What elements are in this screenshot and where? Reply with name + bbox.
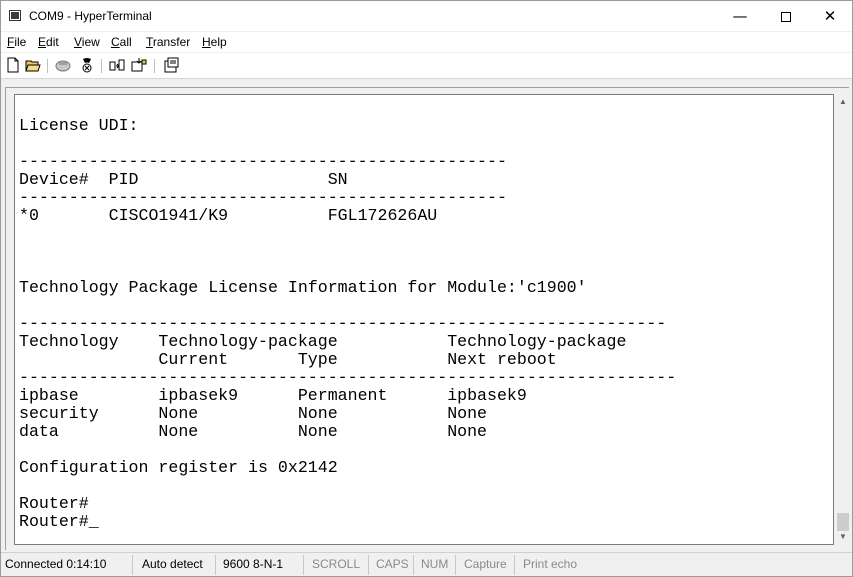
status-connected: Connected 0:14:10 bbox=[5, 557, 107, 571]
toolbar-separator bbox=[154, 59, 155, 73]
close-button[interactable]: ✕ bbox=[807, 1, 853, 31]
terminal-screen[interactable]: License UDI: ----------------------------… bbox=[14, 94, 834, 545]
status-divider bbox=[368, 555, 369, 575]
terminal-output: License UDI: ----------------------------… bbox=[19, 99, 676, 531]
terminal-line: Technology Package License Information f… bbox=[19, 278, 587, 297]
terminal-line: ipbase ipbasek9 Permanent ipbasek9 bbox=[19, 386, 527, 405]
terminal-line: Technology Technology-package Technology… bbox=[19, 332, 627, 351]
terminal-line: Configuration register is 0x2142 bbox=[19, 458, 338, 477]
status-bar: Connected 0:14:10 Auto detect 9600 8-N-1… bbox=[1, 552, 852, 576]
toolbar-separator bbox=[47, 59, 48, 73]
menu-help[interactable]: Help bbox=[202, 35, 227, 49]
status-print-echo: Print echo bbox=[523, 557, 578, 571]
status-divider bbox=[514, 555, 515, 575]
disconnect-phone-icon[interactable] bbox=[79, 57, 95, 73]
properties-icon[interactable] bbox=[163, 57, 179, 73]
status-caps: CAPS bbox=[376, 557, 409, 571]
toolbar-separator bbox=[101, 59, 102, 73]
title-bar[interactable]: COM9 - HyperTerminal — ✕ bbox=[1, 1, 852, 31]
terminal-frame: License UDI: ----------------------------… bbox=[5, 87, 850, 550]
terminal-line: ----------------------------------------… bbox=[19, 368, 677, 387]
terminal-line: Router# bbox=[19, 494, 89, 513]
new-document-icon[interactable] bbox=[5, 57, 21, 73]
terminal-line: *0 CISCO1941/K9 FGL172626AU bbox=[19, 206, 438, 225]
menu-view[interactable]: View bbox=[74, 35, 100, 49]
open-folder-icon[interactable] bbox=[25, 57, 41, 73]
status-divider bbox=[455, 555, 456, 575]
app-icon bbox=[9, 10, 21, 21]
send-file-icon[interactable] bbox=[109, 57, 125, 73]
status-divider bbox=[303, 555, 304, 575]
menu-transfer[interactable]: Transfer bbox=[146, 35, 190, 49]
menu-bar: File Edit View Call Transfer Help bbox=[1, 32, 852, 52]
vertical-scrollbar[interactable]: ▲ ▼ bbox=[836, 94, 850, 545]
maximize-button[interactable] bbox=[763, 1, 809, 31]
terminal-line: ----------------------------------------… bbox=[19, 314, 667, 333]
terminal-line: Router#_ bbox=[19, 512, 99, 531]
terminal-line: ----------------------------------------… bbox=[19, 188, 507, 207]
menu-call[interactable]: Call bbox=[111, 35, 132, 49]
scroll-down-arrow-icon[interactable]: ▼ bbox=[836, 529, 850, 545]
window-title: COM9 - HyperTerminal bbox=[29, 9, 152, 23]
minimize-button[interactable]: — bbox=[717, 1, 763, 31]
scroll-up-arrow-icon[interactable]: ▲ bbox=[836, 94, 850, 110]
connect-phone-icon[interactable] bbox=[55, 57, 71, 73]
status-capture: Capture bbox=[464, 557, 507, 571]
status-divider bbox=[132, 555, 133, 575]
terminal-line: ----------------------------------------… bbox=[19, 152, 507, 171]
menu-edit[interactable]: Edit bbox=[38, 35, 59, 49]
status-num: NUM bbox=[421, 557, 449, 571]
status-scroll: SCROLL bbox=[312, 557, 361, 571]
terminal-line: Current Type Next reboot bbox=[19, 350, 557, 369]
maximize-icon bbox=[781, 11, 791, 22]
menu-file[interactable]: File bbox=[7, 35, 26, 49]
status-divider bbox=[413, 555, 414, 575]
receive-file-icon[interactable] bbox=[131, 57, 147, 73]
toolbar bbox=[1, 53, 852, 79]
terminal-line: security None None None bbox=[19, 404, 488, 423]
status-port-settings: 9600 8-N-1 bbox=[223, 557, 284, 571]
status-detect: Auto detect bbox=[142, 557, 203, 571]
status-divider bbox=[215, 555, 216, 575]
terminal-line: License UDI: bbox=[19, 116, 139, 135]
hyperterminal-window: COM9 - HyperTerminal — ✕ File Edit View … bbox=[0, 0, 853, 577]
terminal-line: data None None None bbox=[19, 422, 488, 441]
terminal-line: Device# PID SN bbox=[19, 170, 348, 189]
